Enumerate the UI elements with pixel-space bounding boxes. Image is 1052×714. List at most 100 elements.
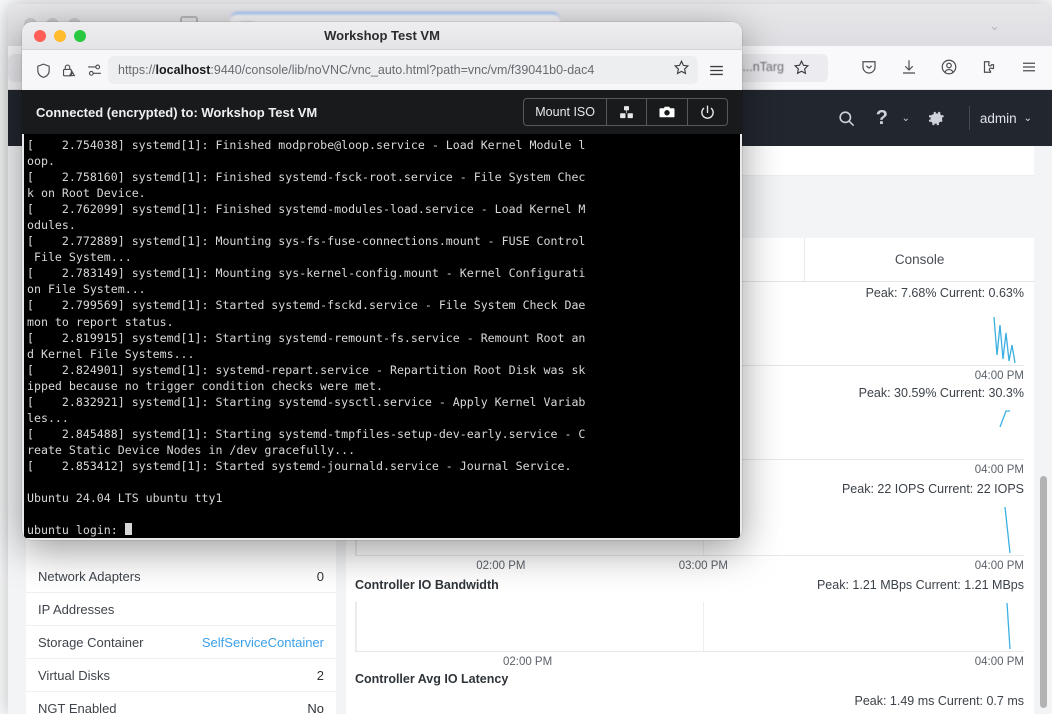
permissions-icon[interactable] (80, 62, 108, 79)
terminal-line: [ 2.832921] systemd[1]: Starting systemd… (27, 394, 586, 409)
pocket-icon[interactable] (860, 58, 878, 76)
help-icon[interactable]: ? (867, 90, 897, 146)
detail-label: IP Addresses (38, 601, 115, 617)
terminal-line: Ubuntu 24.04 LTS ubuntu tty1 (27, 491, 223, 506)
vnc-browser-navbar: https://localhost:9440/console/lib/noVNC… (22, 50, 742, 90)
vnc-url-text: https://localhost:9440/console/lib/noVNC… (118, 63, 594, 77)
vertical-scrollbar[interactable] (1040, 476, 1047, 708)
lock-warning-icon[interactable] (56, 62, 80, 79)
power-icon[interactable] (688, 99, 727, 125)
vnc-browser-window: Workshop Test VM https://localhost:9440/… (22, 22, 742, 540)
url-rest: :9440/console/lib/noVNC/vnc_auto.html?pa… (210, 63, 595, 77)
terminal-line: [ 2.783149] systemd[1]: Mounting sys-ker… (27, 266, 586, 281)
detail-value: No (307, 700, 324, 714)
gridline (356, 602, 357, 651)
chart-title: Controller IO Bandwidth (355, 578, 499, 592)
terminal-line: [ 2.758160] systemd[1]: Finished systemd… (27, 170, 586, 185)
terminal-line: odules. (27, 218, 76, 233)
detail-label: NGT Enabled (38, 700, 117, 714)
search-icon[interactable] (827, 90, 867, 146)
account-icon[interactable] (940, 58, 958, 76)
chart-stats: Peak: 22 IOPS Current: 22 IOPS (841, 482, 1024, 496)
camera-icon[interactable] (647, 99, 688, 125)
terminal-line-login: ubuntu login: (27, 523, 125, 538)
chart-xtick: 04:00 PM (974, 560, 1024, 572)
terminal-line: on File System... (27, 282, 146, 297)
screenshot-root: nutanix-nutanix-demo - Prism ✕ + ⌄ ...nT… (0, 0, 1052, 714)
header-divider (968, 106, 970, 130)
mount-iso-button[interactable]: Mount ISO (524, 99, 607, 125)
terminal-cursor (124, 523, 132, 536)
gear-icon[interactable] (915, 90, 959, 146)
chart-xtick: 04:00 PM (974, 464, 1024, 476)
detail-row-ngt-enabled: NGT Enabled No (26, 692, 336, 714)
extensions-icon[interactable] (980, 58, 998, 76)
chart-title: Controller Avg IO Latency (355, 672, 509, 686)
chart-xtick: 03:00 PM (678, 560, 728, 572)
terminal-line: [ 2.845488] systemd[1]: Starting systemd… (27, 426, 586, 441)
hamburger-menu-icon[interactable] (1020, 58, 1038, 76)
chevron-down-icon: ⌄ (1023, 112, 1032, 124)
chart-xtick: 04:00 PM (974, 656, 1024, 668)
vnc-console-screen[interactable]: [ 2.754038] systemd[1]: Finished modprob… (24, 134, 740, 538)
tab-console[interactable]: Console (805, 238, 1034, 281)
chevron-down-icon[interactable]: ⌄ (989, 18, 1000, 34)
sparkline (1004, 506, 1011, 554)
vnc-toolbar-buttons: Mount ISO (523, 98, 728, 126)
terminal-line: [ 2.762099] systemd[1]: Finished systemd… (27, 202, 586, 217)
detail-row-storage-container: Storage Container SelfServiceContainer (26, 626, 336, 659)
terminal-line: d Kernel File Systems... (27, 346, 195, 361)
terminal-line: oop. (27, 154, 55, 169)
background-toolbar-icons (860, 58, 1038, 76)
mount-iso-label: Mount ISO (535, 105, 595, 119)
background-url-text: ...nTarg (742, 60, 784, 74)
chart-stats: Peak: 1.21 MBps Current: 1.21 MBps (816, 578, 1024, 592)
chart-stats: Peak: 1.49 ms Current: 0.7 ms (854, 694, 1024, 708)
detail-value: 2 (316, 667, 324, 683)
tab-label: Console (894, 252, 945, 267)
user-menu[interactable]: admin ⌄ (980, 111, 1036, 126)
chart-xtick: 02:00 PM (476, 560, 526, 572)
user-name: admin (979, 110, 1017, 126)
url-prefix: https:// (118, 63, 156, 77)
terminal-line: File System... (27, 250, 132, 265)
terminal-line: [ 2.799569] systemd[1]: Started systemd-… (27, 298, 586, 313)
chart-xtick: 04:00 PM (974, 370, 1024, 382)
url-host: localhost (155, 63, 211, 77)
storage-container-link[interactable]: SelfServiceContainer (202, 635, 324, 650)
vnc-connection-status: Connected (encrypted) to: Workshop Test … (36, 104, 318, 120)
terminal-output: [ 2.754038] systemd[1]: Finished modprob… (27, 137, 738, 538)
chart-controller-io-bandwidth: Controller IO Bandwidth Peak: 1.21 MBps … (346, 574, 1034, 668)
sparkline (999, 410, 1010, 428)
terminal-line: k on Root Device. (27, 186, 146, 201)
ctrl-alt-del-keyboard-icon[interactable] (607, 99, 647, 125)
maximize-window-button[interactable] (74, 30, 86, 42)
vnc-window-title: Workshop Test VM (324, 28, 440, 43)
gridline (703, 602, 705, 651)
hamburger-menu-icon[interactable] (698, 61, 734, 80)
detail-label: Virtual Disks (38, 667, 111, 683)
star-icon[interactable] (673, 59, 690, 81)
star-icon[interactable] (793, 59, 810, 76)
download-icon[interactable] (900, 58, 918, 76)
minimize-window-button[interactable] (54, 30, 66, 42)
terminal-line: [ 2.824901] systemd[1]: systemd-repart.s… (27, 362, 586, 377)
terminal-line: [ 2.772889] systemd[1]: Mounting sys-fs-… (27, 234, 586, 249)
chart-stats: Peak: 30.59% Current: 30.3% (858, 386, 1024, 400)
detail-row-network-adapters: Network Adapters 0 (26, 560, 336, 593)
terminal-line: [ 2.754038] systemd[1]: Finished modprob… (27, 138, 586, 152)
sparkline (993, 316, 1016, 364)
detail-label: Network Adapters (38, 568, 141, 584)
close-window-button[interactable] (34, 30, 46, 42)
shield-icon[interactable] (30, 62, 56, 79)
vnc-window-titlebar: Workshop Test VM (22, 22, 742, 50)
vnc-toolbar: Connected (encrypted) to: Workshop Test … (22, 90, 742, 134)
detail-value: 0 (316, 568, 324, 584)
vnc-url-bar[interactable]: https://localhost:9440/console/lib/noVNC… (108, 56, 698, 84)
vnc-window-traffic-lights[interactable] (34, 30, 86, 42)
terminal-line: [ 2.853412] systemd[1]: Started systemd-… (27, 458, 572, 473)
detail-label: Storage Container (38, 634, 144, 650)
chart-plot-area: 02:00 PM 04:00 PM (355, 602, 1024, 668)
terminal-line: les... (27, 410, 69, 425)
help-chevron-down-icon[interactable]: ⌄ (897, 90, 915, 146)
